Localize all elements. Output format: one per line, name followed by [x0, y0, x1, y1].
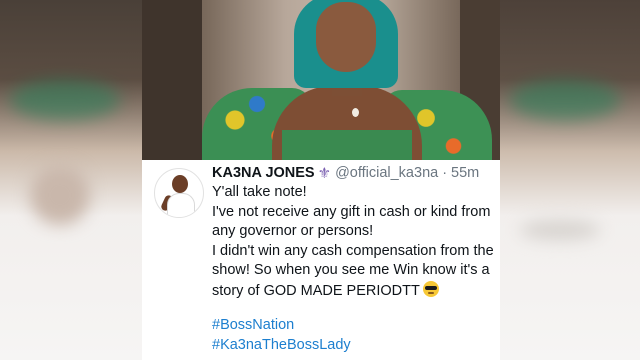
tweet-header: KA3NA JONES ⚜ @official_ka3na · 55m: [212, 163, 479, 183]
tweet-line-last: story of GOD MADE PERIODTT: [212, 280, 500, 302]
tweet-text: Y'all take note! I've not receive any gi…: [212, 183, 500, 302]
sunglasses-emoji-icon: [422, 280, 439, 297]
timestamp[interactable]: 55m: [451, 165, 479, 181]
tweet-card: KA3NA JONES ⚜ @official_ka3na · 55m Y'al…: [142, 0, 500, 360]
hashtag-ka3na-the-boss-lady[interactable]: #Ka3naTheBossLady: [212, 337, 351, 353]
fleur-de-lis-icon: ⚜: [317, 165, 332, 182]
tweet-line: Y'all take note!: [212, 184, 307, 200]
blurred-right-background: [500, 0, 640, 360]
tweet-line: I didn't win any cash compensation from …: [212, 242, 494, 259]
tweet-line: show! So when you see me Win know it's a: [212, 262, 490, 279]
hashtag-bossnation[interactable]: #BossNation: [212, 317, 294, 333]
tweet-line-text: story of GOD MADE PERIODTT: [212, 282, 420, 299]
tweet-line: I've not receive any gift in cash or kin…: [212, 203, 491, 220]
profile-photo: [142, 0, 500, 160]
blurred-left-background: [0, 0, 142, 360]
avatar[interactable]: [154, 168, 204, 218]
separator-dot: ·: [442, 165, 448, 181]
display-name[interactable]: KA3NA JONES: [212, 165, 315, 181]
handle[interactable]: @official_ka3na: [335, 165, 438, 181]
tweet-line: any governor or persons!: [212, 223, 374, 240]
